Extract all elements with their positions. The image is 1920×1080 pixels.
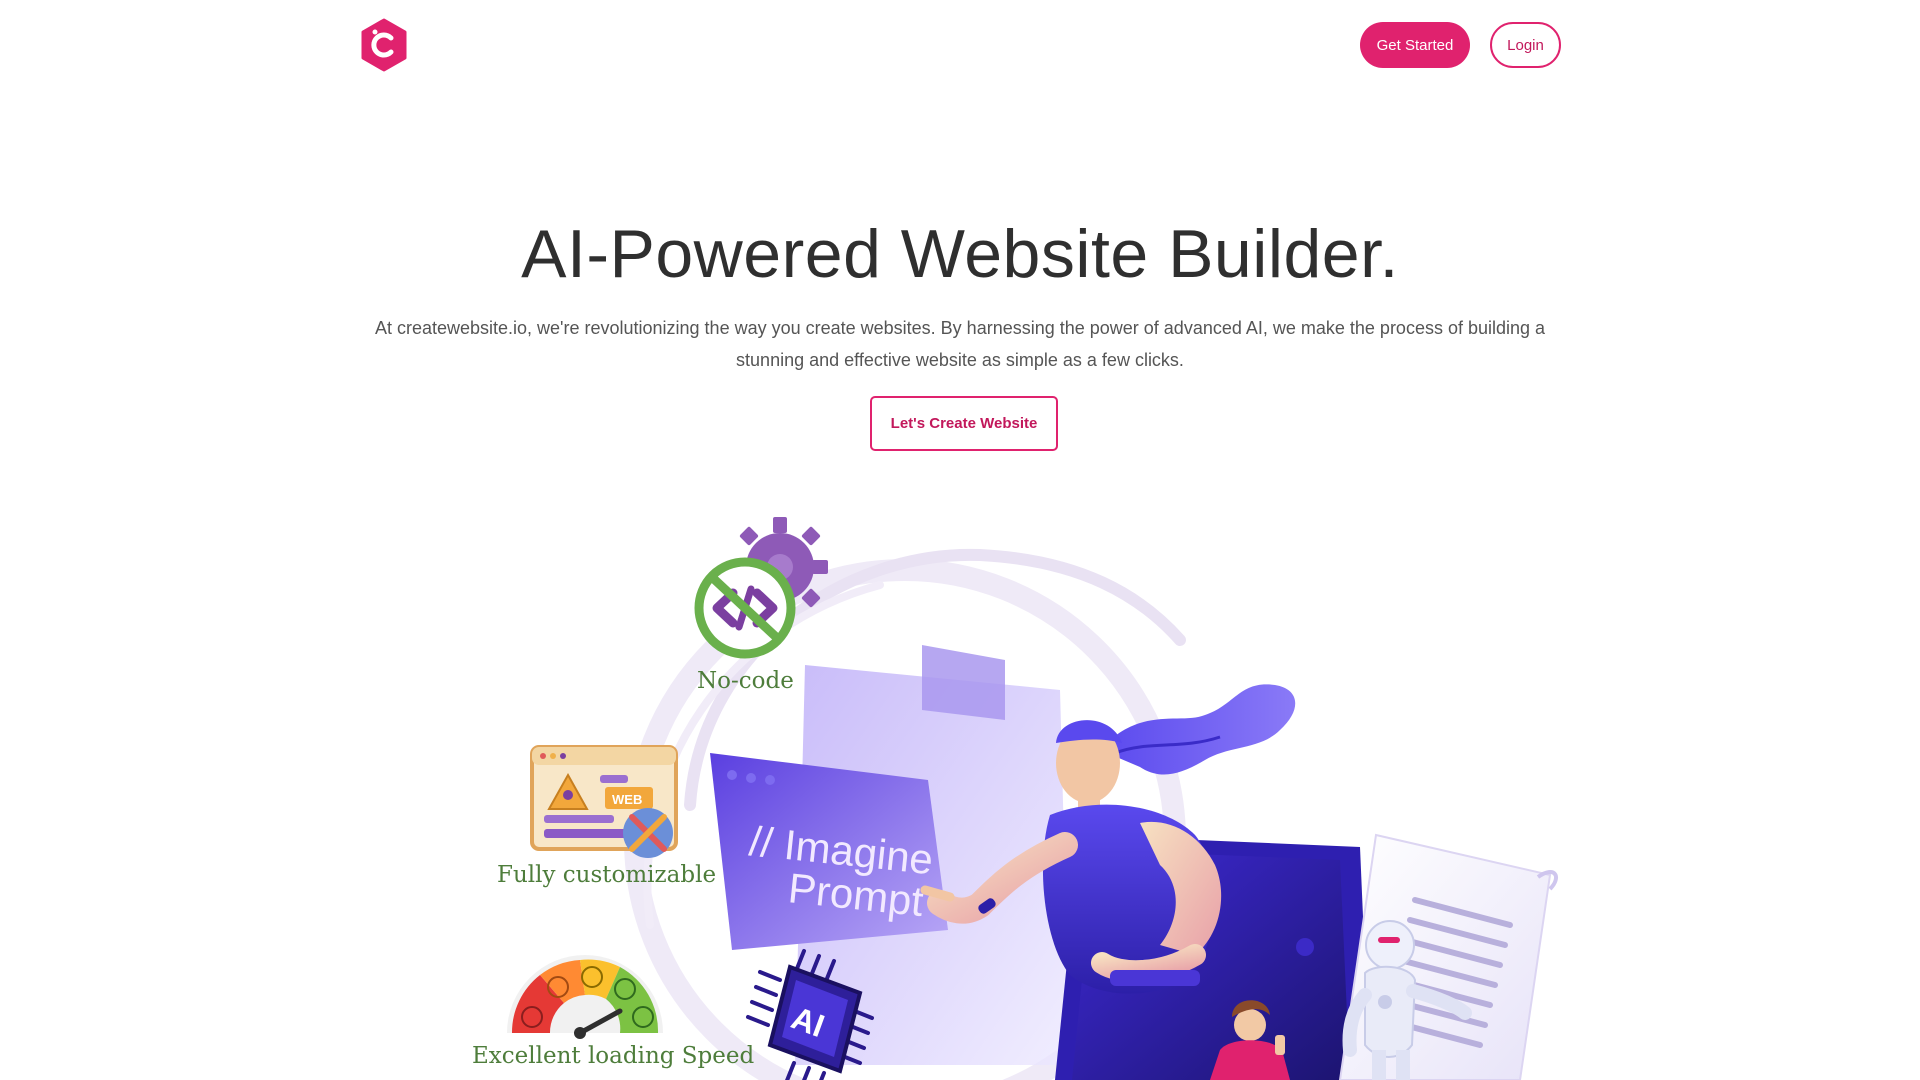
- web-badge-label: WEB: [612, 792, 642, 807]
- landing-page: Get Started Login AI-Powered Website Bui…: [0, 0, 1920, 1080]
- createwebsite-logo-icon[interactable]: [360, 18, 408, 72]
- web-tools-icon: WEB: [530, 745, 678, 858]
- loading-speed-feature: Excellent loading Speed: [472, 955, 754, 1069]
- hero-illustration: No-code WEB Fully customizable Excellent…: [460, 505, 1560, 1080]
- customizable-feature: WEB Fully customizable: [497, 745, 716, 888]
- get-started-button[interactable]: Get Started: [1360, 22, 1470, 68]
- customizable-label: Fully customizable: [497, 862, 716, 888]
- speedometer-icon: [507, 955, 663, 1039]
- imagine-prompt-card: // Imagine Prompt: [710, 753, 948, 950]
- speed-label: Excellent loading Speed: [472, 1043, 754, 1069]
- no-code-label: No-code: [697, 668, 794, 694]
- login-button[interactable]: Login: [1490, 22, 1561, 68]
- hero-description: At createwebsite.io, we're revolutionizi…: [374, 318, 1546, 370]
- page-title: AI-Powered Website Builder.: [521, 216, 1399, 292]
- site-header: Get Started Login: [0, 0, 1920, 92]
- create-website-button[interactable]: Let's Create Website: [870, 396, 1058, 451]
